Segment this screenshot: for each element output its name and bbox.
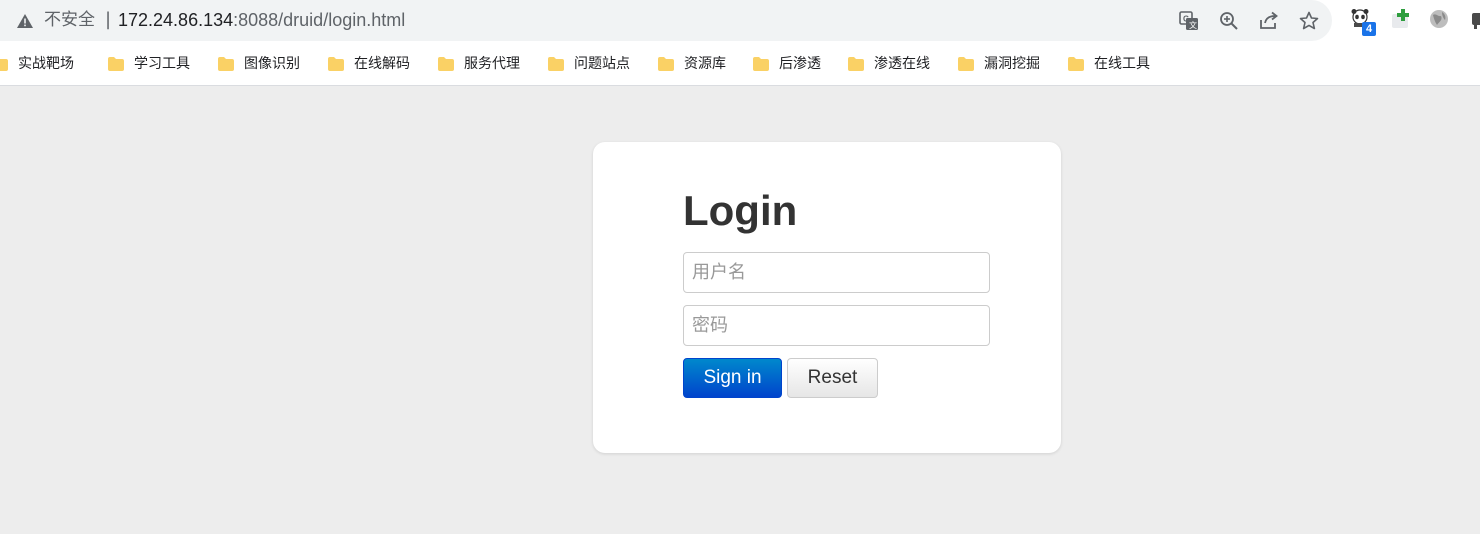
bookmark-label: 在线解码 xyxy=(354,56,410,72)
bookmark-folder[interactable]: 在线解码 xyxy=(328,52,410,76)
bookmark-label: 问题站点 xyxy=(574,56,630,72)
login-card: Login Sign in Reset xyxy=(593,142,1061,453)
bookmark-label: 学习工具 xyxy=(134,56,190,72)
url-text[interactable]: 172.24.86.134:8088/druid/login.html xyxy=(118,9,405,31)
bookmark-label: 实战靶场 xyxy=(18,56,74,72)
username-input[interactable] xyxy=(683,252,990,293)
bookmarks-bar: 实战靶场 学习工具 图像识别 在线解码 服务代理 问题站点 资源库 后渗透 渗透… xyxy=(0,42,1480,86)
folder-icon xyxy=(0,59,8,71)
folder-icon xyxy=(753,57,769,71)
folder-icon xyxy=(328,57,344,71)
browser-toolbar: 不安全 | 172.24.86.134:8088/druid/login.htm… xyxy=(0,0,1480,42)
bookmark-label: 图像识别 xyxy=(244,56,300,72)
bookmark-folder[interactable]: 后渗透 xyxy=(753,52,821,76)
folder-icon xyxy=(958,57,974,71)
zoom-icon[interactable] xyxy=(1218,10,1240,32)
folder-icon xyxy=(218,57,234,71)
warning-icon[interactable] xyxy=(16,12,34,30)
bookmark-folder[interactable]: 漏洞挖掘 xyxy=(958,52,1040,76)
bookmark-label: 渗透在线 xyxy=(874,56,930,72)
folder-icon xyxy=(658,57,674,71)
sign-in-button[interactable]: Sign in xyxy=(683,358,782,398)
folder-icon xyxy=(848,57,864,71)
folder-icon xyxy=(1068,57,1084,71)
url-path: :8088/druid/login.html xyxy=(233,10,406,30)
bookmark-label: 后渗透 xyxy=(779,56,821,72)
address-separator: | xyxy=(105,9,112,30)
extension-partial-icon[interactable] xyxy=(1466,8,1480,32)
bookmark-label: 漏洞挖掘 xyxy=(984,56,1040,72)
bookmark-folder[interactable]: 问题站点 xyxy=(548,52,630,76)
extension-badge: 4 xyxy=(1362,22,1376,36)
extension-globe-icon[interactable] xyxy=(1428,8,1450,32)
translate-icon[interactable]: G 文 xyxy=(1178,10,1200,32)
bookmark-label: 服务代理 xyxy=(464,56,520,72)
security-status-text[interactable]: 不安全 xyxy=(44,10,95,31)
bookmark-folder[interactable]: 资源库 xyxy=(658,52,726,76)
bookmark-folder[interactable]: 在线工具 xyxy=(1068,52,1150,76)
login-title: Login xyxy=(683,187,798,234)
reset-button[interactable]: Reset xyxy=(787,358,878,398)
extension-plus-icon[interactable] xyxy=(1390,8,1412,32)
url-host: 172.24.86.134 xyxy=(118,10,234,30)
bookmark-label: 在线工具 xyxy=(1094,56,1150,72)
bookmark-folder[interactable]: 渗透在线 xyxy=(848,52,930,76)
address-bar[interactable]: 不安全 | 172.24.86.134:8088/druid/login.htm… xyxy=(0,0,1332,41)
bookmark-star-icon[interactable] xyxy=(1298,10,1320,32)
svg-text:文: 文 xyxy=(1189,20,1197,30)
bookmark-folder[interactable]: 服务代理 xyxy=(438,52,520,76)
bookmark-folder[interactable]: 学习工具 xyxy=(108,52,190,76)
bookmark-folder[interactable]: 图像识别 xyxy=(218,52,300,76)
folder-icon xyxy=(438,57,454,71)
folder-icon xyxy=(548,57,564,71)
share-icon[interactable] xyxy=(1258,10,1280,32)
bookmark-label: 资源库 xyxy=(684,56,726,72)
bookmark-folder[interactable]: 实战靶场 xyxy=(0,52,74,76)
folder-icon xyxy=(108,57,124,71)
password-input[interactable] xyxy=(683,305,990,346)
